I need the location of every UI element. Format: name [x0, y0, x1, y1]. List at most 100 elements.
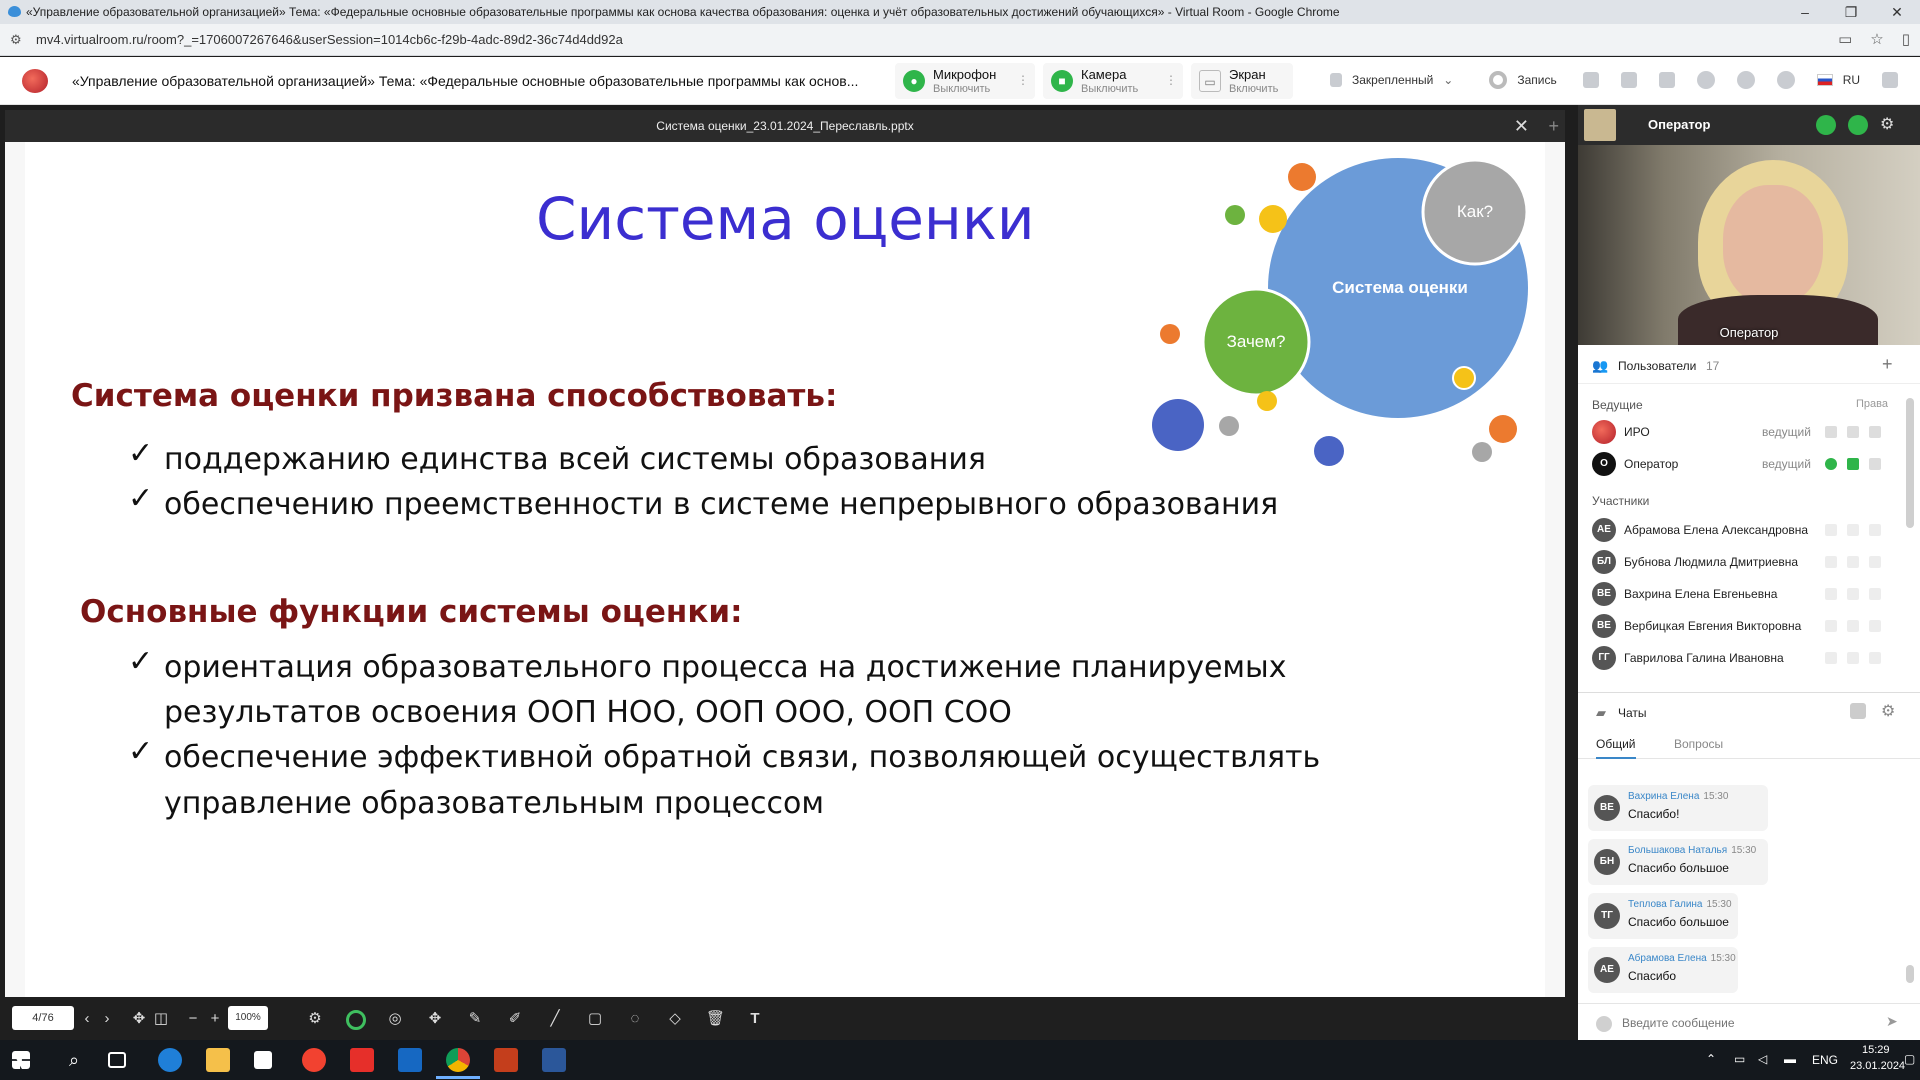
- address-bar: ⚙ mv4.virtualroom.ru/room?_=170600726764…: [0, 24, 1920, 56]
- input-language[interactable]: ENG: [1812, 1053, 1838, 1067]
- message-author: Теплова Галина: [1628, 899, 1703, 910]
- line-icon[interactable]: ╱: [546, 1010, 564, 1028]
- rectangle-icon[interactable]: ▢: [586, 1010, 604, 1028]
- settings-icon[interactable]: ⚙: [306, 1010, 324, 1028]
- chat-message: АЕ Абрамова Елена 15:30 Спасибо: [1588, 947, 1738, 993]
- word-icon[interactable]: [542, 1048, 566, 1072]
- chat-scrollbar[interactable]: [1906, 965, 1914, 983]
- mic-button[interactable]: ● Микрофон Выключить ⋮: [895, 63, 1035, 99]
- record-label[interactable]: Запись: [1517, 73, 1556, 87]
- page-input[interactable]: 4/76: [12, 1006, 74, 1030]
- message-author: Вахрина Елена: [1628, 791, 1700, 802]
- tab-questions[interactable]: Вопросы: [1674, 737, 1723, 751]
- zoom-level[interactable]: 100%: [228, 1006, 268, 1030]
- bookmark-icon[interactable]: ☆: [1870, 30, 1883, 48]
- chat-input-bar: ➤: [1578, 1003, 1920, 1041]
- operator-video-label: Оператор: [1719, 325, 1779, 340]
- screen-share-button[interactable]: ▭ Экран Включить: [1191, 63, 1293, 99]
- color-picker-icon[interactable]: [346, 1010, 366, 1030]
- add-user-icon[interactable]: +: [1882, 354, 1893, 375]
- tab-general[interactable]: Общий: [1596, 737, 1636, 759]
- zoom-out-icon[interactable]: −: [184, 1010, 202, 1028]
- fit-width-icon[interactable]: ✥: [130, 1010, 148, 1028]
- exit-icon[interactable]: [1882, 72, 1899, 88]
- volume-tray-icon[interactable]: ◁: [1758, 1052, 1767, 1066]
- dot-blue-2: [1314, 436, 1344, 466]
- record-icon[interactable]: [1489, 71, 1508, 89]
- notification-icon[interactable]: ▢: [1904, 1052, 1915, 1066]
- bubble-how-label: Как?: [1457, 202, 1493, 221]
- search-icon[interactable]: ⌕: [62, 1048, 86, 1072]
- powerpoint-icon[interactable]: [494, 1048, 518, 1072]
- messages-tray-icon[interactable]: ▬: [1784, 1052, 1796, 1066]
- camera-more-icon[interactable]: ⋮: [1165, 73, 1177, 87]
- clock-time[interactable]: 15:29: [1862, 1044, 1890, 1056]
- tray-chevron-icon[interactable]: ⌃: [1706, 1052, 1716, 1066]
- message-time: 15:30: [1706, 899, 1732, 910]
- pen-icon[interactable]: ✐: [506, 1010, 524, 1028]
- info-icon[interactable]: [1736, 71, 1755, 89]
- operator-camera-icon[interactable]: [1848, 115, 1868, 135]
- add-presentation-icon[interactable]: +: [1548, 110, 1559, 142]
- favicon-icon: [8, 6, 21, 17]
- trash-icon[interactable]: 🗑: [706, 1010, 725, 1028]
- users-title: Пользователи: [1618, 359, 1697, 373]
- folder-icon[interactable]: [1658, 72, 1675, 88]
- network-tray-icon[interactable]: ▭: [1734, 1052, 1745, 1066]
- chat-message-input[interactable]: [1622, 1012, 1862, 1034]
- text-tool-icon[interactable]: T: [746, 1010, 764, 1028]
- camera-indicator-icon[interactable]: ▭: [1838, 30, 1852, 48]
- users-scrollbar[interactable]: [1906, 398, 1914, 528]
- chat-message: ВЕ Вахрина Елена 15:30 Спасибо!: [1588, 785, 1768, 831]
- task-view-icon[interactable]: [108, 1052, 126, 1068]
- next-slide-icon[interactable]: ›: [98, 1010, 116, 1028]
- store-icon[interactable]: [254, 1051, 272, 1069]
- dot-yellow-2: [1257, 391, 1277, 411]
- outlook-icon[interactable]: [398, 1048, 422, 1072]
- network-icon[interactable]: [1776, 71, 1795, 89]
- emoji-icon[interactable]: [1596, 1016, 1612, 1032]
- close-window-button[interactable]: ✕: [1874, 0, 1920, 24]
- section2-item-2-line1: обеспечение эффективной обратной связи, …: [164, 740, 1321, 775]
- clock-date[interactable]: 23.01.2024: [1850, 1060, 1905, 1072]
- mic-label: Микрофон: [933, 67, 997, 82]
- fit-page-icon[interactable]: ◫: [152, 1010, 170, 1028]
- mic-more-icon[interactable]: ⋮: [1017, 73, 1029, 87]
- restore-button[interactable]: ❐: [1828, 0, 1874, 24]
- pointer-icon[interactable]: ◎: [386, 1010, 404, 1028]
- language-select[interactable]: RU: [1843, 73, 1860, 87]
- edge-icon[interactable]: [158, 1048, 182, 1072]
- operator-mic-icon[interactable]: [1816, 115, 1836, 135]
- rights-label: Права: [1856, 398, 1888, 410]
- chrome-icon[interactable]: [446, 1048, 470, 1072]
- chat-export-icon[interactable]: [1850, 703, 1866, 719]
- slide-left-margin: [5, 142, 25, 997]
- brush-icon[interactable]: ✎: [466, 1010, 484, 1028]
- yandex-browser-icon[interactable]: [302, 1048, 326, 1072]
- users-icon[interactable]: [1696, 71, 1715, 89]
- pinned-layout-select[interactable]: Закрепленный: [1352, 73, 1433, 87]
- explorer-icon[interactable]: [206, 1048, 230, 1072]
- shape-icon[interactable]: ◌: [626, 1010, 644, 1028]
- close-presentation-icon[interactable]: ✕: [1514, 110, 1529, 142]
- prev-slide-icon[interactable]: ‹: [78, 1010, 96, 1028]
- url-field[interactable]: mv4.virtualroom.ru/room?_=1706007267646&…: [36, 32, 623, 47]
- whiteboard-icon[interactable]: [1620, 72, 1637, 88]
- operator-settings-icon[interactable]: ⚙: [1880, 114, 1894, 134]
- send-icon[interactable]: ➤: [1886, 1013, 1898, 1030]
- user-name: Вербицкая Евгения Викторовна: [1624, 619, 1802, 633]
- chevron-down-icon[interactable]: ⌄: [1443, 73, 1453, 87]
- yandex-icon[interactable]: [350, 1048, 374, 1072]
- camera-button[interactable]: ■ Камера Выключить ⋮: [1043, 63, 1183, 99]
- chat-settings-icon[interactable]: ⚙: [1881, 701, 1895, 721]
- windows-start-icon[interactable]: [12, 1051, 30, 1069]
- eraser-icon[interactable]: ◇: [666, 1010, 684, 1028]
- minimize-button[interactable]: –: [1782, 0, 1828, 24]
- layout-grid-icon[interactable]: [1582, 72, 1599, 88]
- section1-item-2: обеспечению преемственности в системе не…: [164, 487, 1279, 522]
- move-icon[interactable]: ✥: [426, 1010, 444, 1028]
- avatar: ВЕ: [1592, 582, 1616, 606]
- zoom-in-icon[interactable]: +: [206, 1010, 224, 1028]
- sidepanel-icon[interactable]: ▯: [1902, 30, 1910, 48]
- site-settings-icon[interactable]: ⚙: [10, 33, 24, 47]
